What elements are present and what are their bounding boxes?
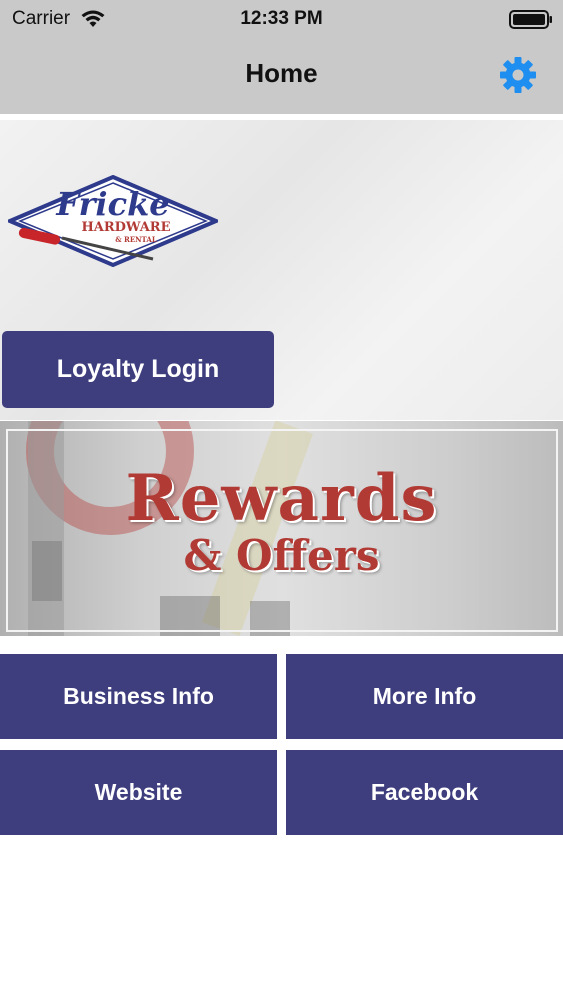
website-button[interactable]: Website (0, 750, 277, 835)
rewards-banner[interactable]: Rewards & Offers (0, 421, 563, 636)
svg-text:HARDWARE: HARDWARE (81, 220, 170, 235)
rewards-subtitle: & Offers (183, 531, 380, 580)
svg-text:& RENTAL: & RENTAL (115, 235, 157, 244)
page-title: Home (245, 58, 318, 88)
rewards-title: Rewards (125, 461, 438, 536)
gear-icon[interactable] (499, 56, 537, 94)
header-area: Fricke HARDWARE & RENTAL Loyalty Login (0, 120, 563, 420)
status-bar: Carrier 12:33 PM (0, 0, 563, 38)
business-info-button[interactable]: Business Info (0, 654, 277, 739)
fricke-logo: Fricke HARDWARE & RENTAL (8, 175, 218, 267)
facebook-button[interactable]: Facebook (286, 750, 563, 835)
status-time: 12:33 PM (240, 8, 323, 29)
nav-bar: Home (0, 38, 563, 114)
battery-icon (509, 10, 552, 29)
more-info-button[interactable]: More Info (286, 654, 563, 739)
loyalty-login-button[interactable]: Loyalty Login (2, 331, 274, 408)
svg-text:Fricke: Fricke (55, 185, 169, 223)
